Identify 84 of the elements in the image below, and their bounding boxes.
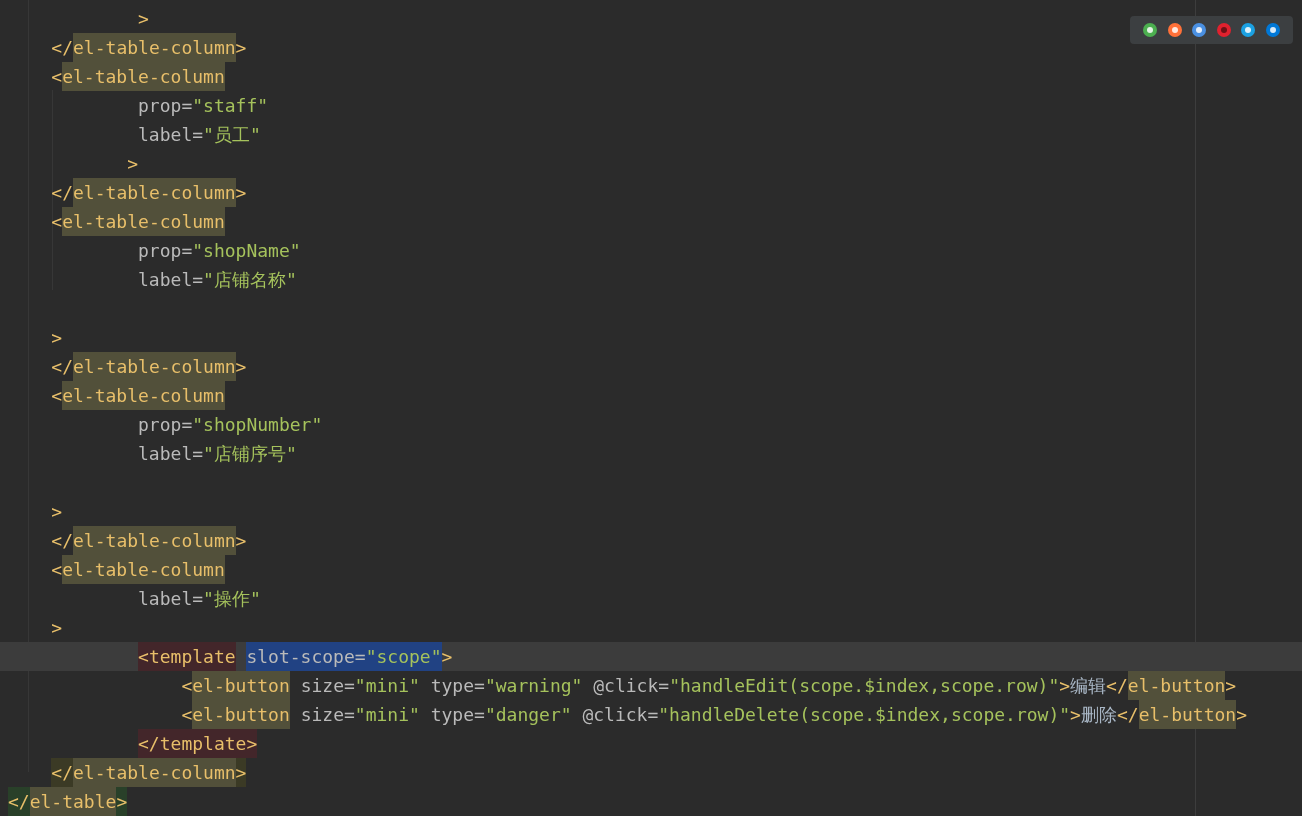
tag-name: template xyxy=(148,642,236,671)
string-literal: "店铺名称" xyxy=(203,268,297,292)
bracket: </ xyxy=(51,181,74,205)
tag-name: el-button xyxy=(192,671,290,700)
string-literal: "员工" xyxy=(203,123,261,147)
attribute-name: label= xyxy=(138,587,204,611)
string-literal: "shopName" xyxy=(192,239,301,263)
string-literal: "staff" xyxy=(192,94,269,118)
tag-name: el-table-column xyxy=(73,526,236,555)
bracket: > xyxy=(235,529,247,553)
bracket: > xyxy=(235,355,247,379)
string-literal: "danger" xyxy=(484,703,572,727)
tag-name: el-table xyxy=(29,787,117,816)
attribute-name: type= xyxy=(430,703,485,727)
bracket: > xyxy=(127,152,139,176)
element-text: 编辑 xyxy=(1070,674,1107,698)
string-literal: "mini" xyxy=(354,674,420,698)
tag-name: el-button xyxy=(1127,671,1226,700)
attribute-name: label= xyxy=(138,268,204,292)
bracket: > xyxy=(51,500,63,524)
bracket: < xyxy=(181,703,193,727)
attribute-name: @click= xyxy=(582,703,659,727)
bracket: > xyxy=(235,36,247,60)
tag-name: el-table-column xyxy=(73,758,236,787)
bracket: </ xyxy=(51,36,74,60)
bracket: > xyxy=(1225,674,1237,698)
tag-name: template xyxy=(159,729,247,758)
tag-name: el-table-column xyxy=(62,381,225,410)
element-text: 删除 xyxy=(1080,703,1117,727)
browser-icon[interactable] xyxy=(1166,22,1183,38)
bracket: </ xyxy=(51,355,74,379)
bracket: > xyxy=(1236,703,1247,727)
attribute-name: slot-scope= xyxy=(246,642,366,671)
bracket: > xyxy=(1070,703,1081,727)
tag-name: el-table-column xyxy=(62,62,225,91)
browser-icon[interactable] xyxy=(1240,22,1257,38)
bracket: < xyxy=(51,210,63,234)
bracket: > xyxy=(51,616,63,640)
bracket: </ xyxy=(1116,703,1139,727)
bracket: > xyxy=(116,787,128,816)
bracket: > xyxy=(235,181,247,205)
bracket: > xyxy=(1059,674,1071,698)
attribute-name: prop= xyxy=(138,239,193,263)
bracket: > xyxy=(246,729,258,758)
attribute-name: @click= xyxy=(593,674,670,698)
attribute-name: prop= xyxy=(138,94,193,118)
attribute-name: label= xyxy=(138,442,204,466)
string-literal: "店铺序号" xyxy=(203,442,297,466)
bracket: </ xyxy=(138,729,160,758)
bracket: </ xyxy=(51,529,74,553)
bracket: > xyxy=(235,758,247,787)
string-literal: "handleDelete(scope.$index,scope.row)" xyxy=(658,703,1071,727)
browser-icon[interactable] xyxy=(1142,22,1159,38)
browser-icon[interactable] xyxy=(1191,22,1208,38)
string-literal: "scope" xyxy=(365,642,442,671)
bracket: < xyxy=(51,65,63,89)
tag-name: el-table-column xyxy=(73,178,236,207)
string-literal: "warning" xyxy=(484,674,583,698)
attribute-name: size= xyxy=(300,703,355,727)
bracket: < xyxy=(51,384,63,408)
tag-name: el-table-column xyxy=(73,352,236,381)
browser-icon[interactable] xyxy=(1264,22,1281,38)
attribute-name: label= xyxy=(138,123,204,147)
tag-name: el-button xyxy=(1138,700,1237,729)
bracket: > xyxy=(51,326,63,350)
bracket: > xyxy=(138,7,149,31)
bracket: < xyxy=(51,558,63,582)
string-literal: "mini" xyxy=(354,703,420,727)
bracket: < xyxy=(138,642,149,671)
string-literal: "shopNumber" xyxy=(192,413,323,437)
string-literal: "操作" xyxy=(203,587,261,611)
tag-name: el-button xyxy=(192,700,290,729)
bracket: < xyxy=(181,674,193,698)
bracket: > xyxy=(441,645,453,669)
attribute-name: prop= xyxy=(138,413,193,437)
tag-name: el-table-column xyxy=(62,207,225,236)
bracket: </ xyxy=(8,787,30,816)
tag-name: el-table-column xyxy=(73,33,236,62)
bracket: </ xyxy=(51,758,74,787)
attribute-name: size= xyxy=(300,674,355,698)
tag-name: el-table-column xyxy=(62,555,225,584)
attribute-name: type= xyxy=(430,674,485,698)
string-literal: "handleEdit(scope.$index,scope.row)" xyxy=(669,674,1060,698)
bracket: </ xyxy=(1106,674,1128,698)
